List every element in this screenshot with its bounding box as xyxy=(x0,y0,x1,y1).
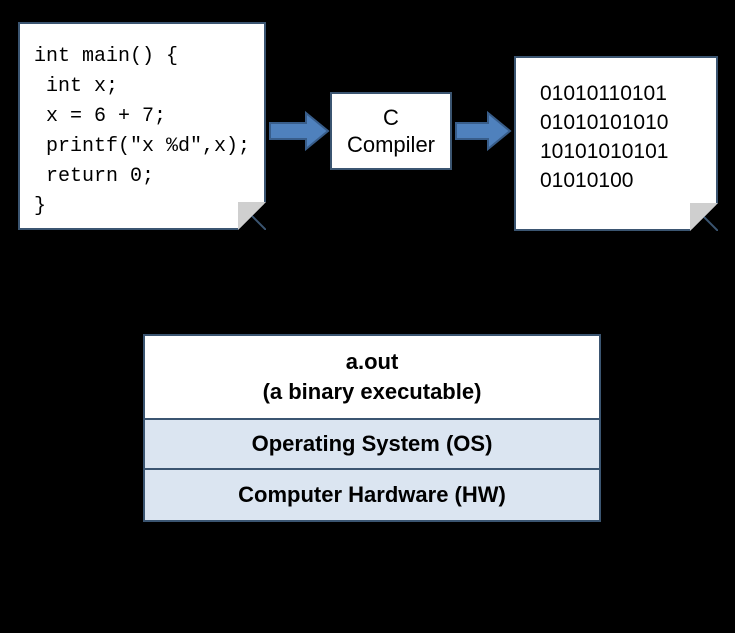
source-code-text: int main() { int x; x = 6 + 7; printf("x… xyxy=(34,42,254,222)
system-layer-stack: a.out (a binary executable) Operating Sy… xyxy=(143,334,601,522)
arrow-icon xyxy=(268,110,330,152)
compilation-diagram: int main() { int x; x = 6 + 7; printf("x… xyxy=(0,0,735,633)
binary-output-text: 01010110101 01010101010 10101010101 0101… xyxy=(540,80,702,196)
compiler-label-line2: Compiler xyxy=(347,131,435,159)
layer-executable-title: a.out xyxy=(346,347,399,377)
binary-output-document: 01010110101 01010101010 10101010101 0101… xyxy=(514,56,718,231)
page-fold-icon xyxy=(238,202,266,230)
layer-executable-subtitle: (a binary executable) xyxy=(263,377,482,407)
layer-hardware: Computer Hardware (HW) xyxy=(145,470,599,520)
compiler-label-line1: C xyxy=(347,104,435,132)
layer-os-label: Operating System (OS) xyxy=(252,431,493,457)
layer-hardware-label: Computer Hardware (HW) xyxy=(238,482,506,508)
compiler-box: C Compiler xyxy=(330,92,452,170)
layer-os: Operating System (OS) xyxy=(145,420,599,470)
arrow-icon xyxy=(454,110,512,152)
layer-executable: a.out (a binary executable) xyxy=(145,336,599,420)
page-fold-icon xyxy=(690,203,718,231)
source-code-document: int main() { int x; x = 6 + 7; printf("x… xyxy=(18,22,266,230)
